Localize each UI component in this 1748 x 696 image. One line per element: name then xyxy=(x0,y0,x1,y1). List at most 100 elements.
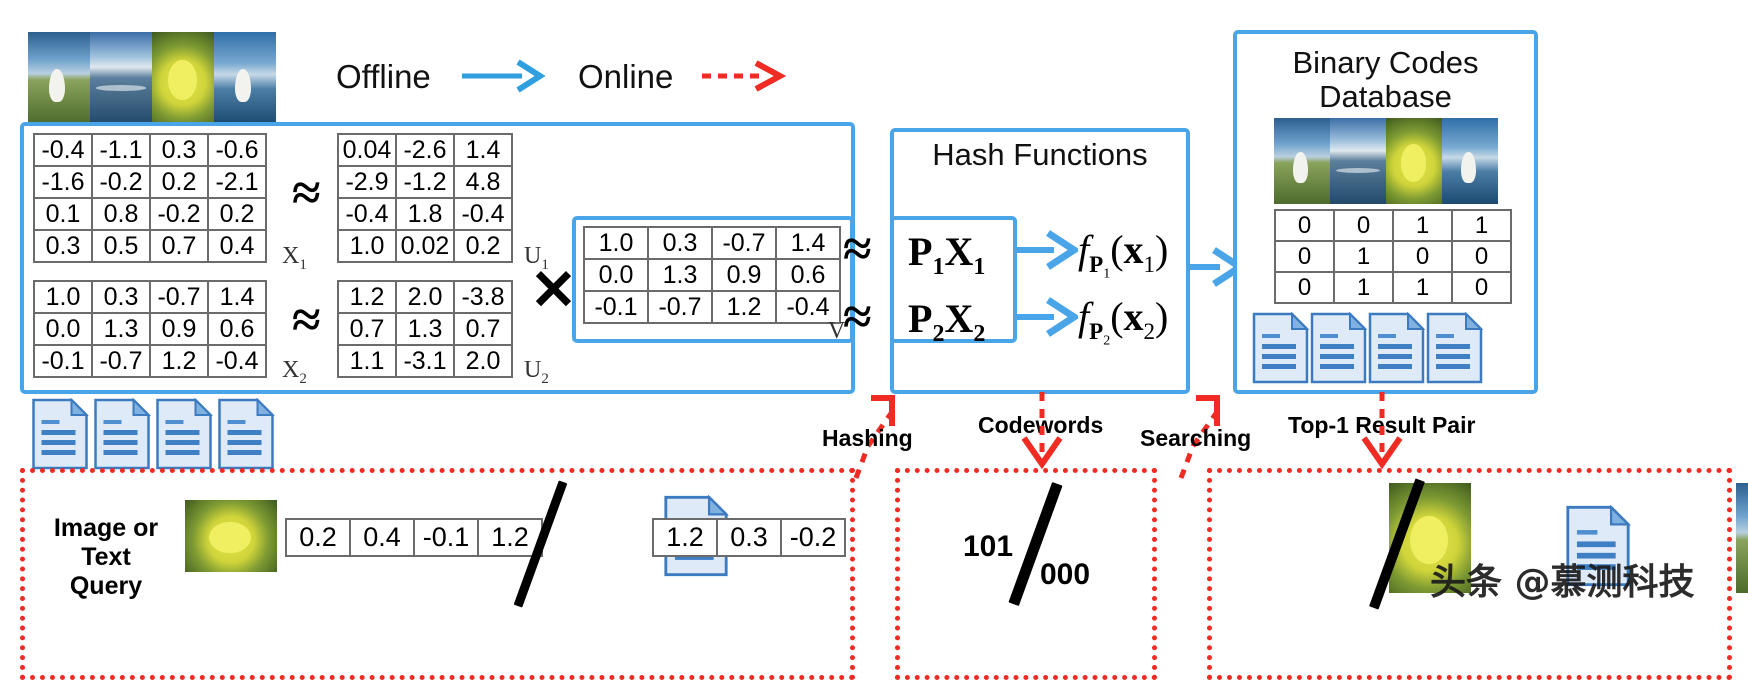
cell: -0.1 xyxy=(33,344,93,378)
cell: 0.2 xyxy=(149,165,209,199)
online-arrow-icon xyxy=(702,60,786,92)
p-sub: 2 xyxy=(932,321,945,347)
document-icon xyxy=(1368,312,1425,384)
x-symbol: X xyxy=(944,229,974,274)
cell: -0.2 xyxy=(91,165,151,199)
f-sub-p: P xyxy=(1089,252,1104,277)
document-icon xyxy=(216,398,276,470)
cell: 1 xyxy=(1392,271,1453,304)
document-icon xyxy=(30,398,90,470)
cell: 0 xyxy=(1274,209,1335,242)
matrix-label-x1: X1 xyxy=(282,243,307,274)
cell: -0.4 xyxy=(207,344,267,378)
cell: 0.5 xyxy=(91,229,151,263)
cell: -0.7 xyxy=(711,226,777,260)
cell: 2.0 xyxy=(395,280,455,314)
cell: -1.2 xyxy=(395,165,455,199)
approx-symbol-x1: ≈ xyxy=(292,165,321,222)
watermark: 头条 @慕测科技 xyxy=(1430,562,1695,603)
multiply-symbol: ✕ xyxy=(530,258,577,321)
cell: -1.1 xyxy=(91,133,151,167)
database-thumbnails xyxy=(1274,118,1502,204)
cell: 1.1 xyxy=(337,344,397,378)
expression-p2x2: P2X2 xyxy=(908,296,986,347)
codewords-arrow-icon xyxy=(1021,392,1063,470)
matrix-x1: -0.4 -1.1 0.3 -0.6 -1.6 -0.2 0.2 -2.1 0.… xyxy=(33,133,267,263)
hash-function-fp2: fP2(x2) xyxy=(1078,294,1169,349)
offline-arrow-icon xyxy=(462,59,546,93)
cell: 1.2 xyxy=(652,518,718,557)
arg-sub: 1 xyxy=(1143,252,1156,277)
cell: -2.6 xyxy=(395,133,455,167)
approx-symbol-p1x1: ≈ xyxy=(843,221,872,278)
cell: 0.2 xyxy=(285,518,351,557)
cell: 4.8 xyxy=(453,165,513,199)
p-symbol: P xyxy=(908,296,933,341)
cell: -0.1 xyxy=(583,290,649,324)
cell: 0.3 xyxy=(91,280,151,314)
cell: 0.04 xyxy=(337,133,397,167)
p-sub: 1 xyxy=(932,254,945,280)
cell: -3.1 xyxy=(395,344,455,378)
legend-online-label: Online xyxy=(578,58,674,95)
thumbnail-egret xyxy=(1442,118,1498,204)
cell: 1.3 xyxy=(647,258,713,292)
cell: -0.6 xyxy=(207,133,267,167)
cell: 0.7 xyxy=(337,312,397,346)
query-label: Image or Text Query xyxy=(32,514,180,600)
database-document-row xyxy=(1252,312,1483,389)
cell: 0.3 xyxy=(149,133,209,167)
label-text: U xyxy=(524,357,542,383)
cell: 1.4 xyxy=(775,226,841,260)
cell: 0.2 xyxy=(453,229,513,263)
cell: 0.0 xyxy=(33,312,93,346)
cell: 1 xyxy=(1333,240,1394,273)
query-label-line2: Query xyxy=(69,571,143,600)
cell: -0.1 xyxy=(413,518,479,557)
cell: 1.3 xyxy=(395,312,455,346)
cell: 1.0 xyxy=(583,226,649,260)
arrow-to-fp2-icon xyxy=(1016,297,1078,337)
cell: -0.2 xyxy=(780,518,846,557)
label-text: X xyxy=(282,243,300,269)
thumbnail-flower xyxy=(1386,118,1442,204)
table-row: 1.2 0.3 -0.2 xyxy=(652,518,846,557)
approx-symbol-x2: ≈ xyxy=(292,292,321,349)
p-symbol: P xyxy=(908,229,933,274)
matrix-v: 1.0 0.3 -0.7 1.4 0.0 1.3 0.9 0.6 -0.1 -0… xyxy=(583,226,841,324)
x-sub: 2 xyxy=(973,321,986,347)
f-symbol: f xyxy=(1078,294,1090,339)
f-sub-index: 1 xyxy=(1103,266,1111,282)
cell: 1 xyxy=(1333,271,1394,304)
query-image-vector: 0.2 0.4 -0.1 1.2 xyxy=(285,518,543,557)
matrix-u2: 1.2 2.0 -3.8 0.7 1.3 0.7 1.1 -3.1 2.0 xyxy=(337,280,513,378)
thumbnail-swan xyxy=(1274,118,1330,204)
cell: 0.6 xyxy=(775,258,841,292)
cell: 1.3 xyxy=(91,312,151,346)
database-title-line2: Database xyxy=(1319,79,1452,114)
approx-symbol-p2x2: ≈ xyxy=(843,289,872,346)
arg-sub: 2 xyxy=(1143,319,1156,344)
cell: 0 xyxy=(1274,271,1335,304)
cell: -2.1 xyxy=(207,165,267,199)
cell: -0.2 xyxy=(149,197,209,231)
label-searching: Searching xyxy=(1140,425,1252,451)
label-text: X xyxy=(282,357,300,383)
thumbnail-lake xyxy=(1330,118,1386,204)
table-row: 0 1 0 0 xyxy=(1274,240,1512,273)
cell: 0 xyxy=(1333,209,1394,242)
result-arrow-icon xyxy=(1361,392,1403,470)
cell: 0.9 xyxy=(711,258,777,292)
cell: 1.0 xyxy=(33,280,93,314)
hash-function-fp1: fP1(x1) xyxy=(1078,227,1169,282)
legend-offline-label: Offline xyxy=(336,58,431,95)
cell: -2.9 xyxy=(337,165,397,199)
cell: -0.4 xyxy=(337,197,397,231)
label-sub: 2 xyxy=(299,370,307,387)
cell: 0.02 xyxy=(395,229,455,263)
cell: 1.4 xyxy=(207,280,267,314)
cell: 0.3 xyxy=(716,518,782,557)
arrow-to-fp1-icon xyxy=(1016,230,1078,270)
cell: 0.7 xyxy=(453,312,513,346)
label-sub: 1 xyxy=(299,256,307,273)
